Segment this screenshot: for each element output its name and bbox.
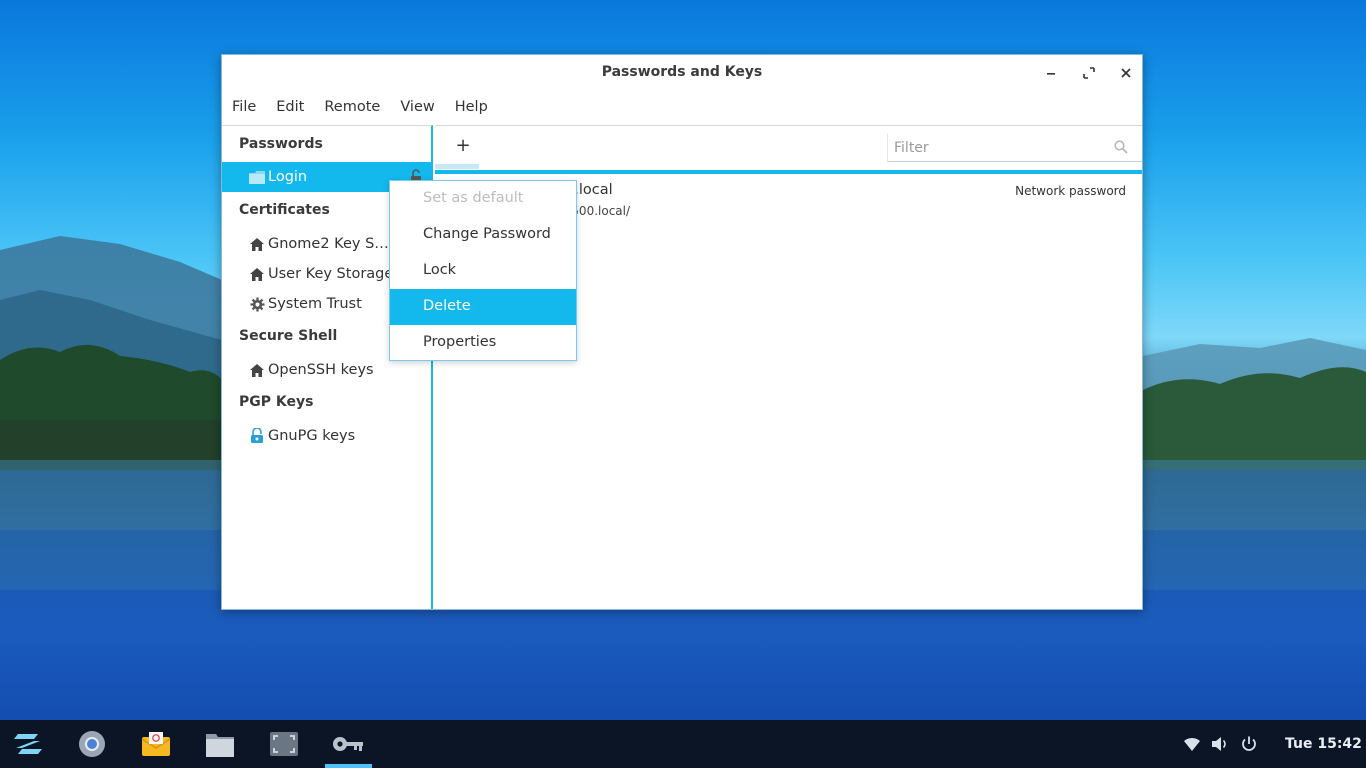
- sidebar-item-label: Gnome2 Key Storage: [268, 236, 392, 252]
- chromium-icon: [79, 731, 105, 757]
- folder-icon: [248, 169, 266, 185]
- menu-item-delete[interactable]: Delete: [390, 289, 576, 325]
- active-app-indicator: [325, 764, 372, 768]
- filter-input[interactable]: [894, 137, 1104, 159]
- section-header-pgp-keys: PGP Keys: [239, 394, 314, 410]
- add-button[interactable]: +: [445, 136, 481, 158]
- gear-icon: [248, 296, 266, 312]
- menu-edit[interactable]: Edit: [266, 91, 314, 125]
- menu-item-lock[interactable]: Lock: [390, 253, 576, 289]
- menu-remote[interactable]: Remote: [314, 91, 390, 125]
- clock[interactable]: Tue 15:42: [1285, 736, 1362, 752]
- menu-item-change-password[interactable]: Change Password: [390, 217, 576, 253]
- search-icon: [1114, 140, 1128, 154]
- mail-icon: [141, 732, 171, 756]
- sidebar-item-label: OpenSSH keys: [268, 362, 374, 378]
- keys-icon: [333, 737, 363, 751]
- section-header-certificates: Certificates: [239, 202, 330, 218]
- toolbar: +: [435, 126, 1142, 170]
- menu-help[interactable]: Help: [445, 91, 498, 125]
- home-icon: [248, 362, 266, 378]
- sidebar-item-label: System Trust: [268, 296, 362, 312]
- close-button[interactable]: [1115, 63, 1137, 83]
- taskbar-chromium[interactable]: [68, 720, 116, 768]
- minimize-button[interactable]: [1040, 63, 1062, 83]
- home-icon: [248, 236, 266, 252]
- menu-item-properties[interactable]: Properties: [390, 325, 576, 361]
- files-icon: [206, 734, 234, 757]
- filter-box: [887, 134, 1142, 162]
- maximize-icon: [1083, 67, 1095, 79]
- section-header-passwords: Passwords: [239, 136, 323, 152]
- maximize-button[interactable]: [1078, 63, 1100, 83]
- keyring-icon: [248, 428, 266, 444]
- taskbar-files[interactable]: [196, 720, 244, 768]
- menu-file[interactable]: File: [222, 91, 266, 125]
- start-menu-button[interactable]: [4, 720, 52, 768]
- context-menu: Set as default Change Password Lock Dele…: [389, 180, 577, 361]
- taskbar-screenshot[interactable]: [260, 720, 308, 768]
- menu-item-set-as-default: Set as default: [423, 190, 524, 206]
- menu-bar: File Edit Remote View Help: [222, 91, 1142, 125]
- passwords-and-keys-window: Passwords and Keys File Edit Remote View…: [221, 54, 1143, 610]
- sidebar-item-label: User Key Storage: [268, 266, 394, 282]
- taskbar: [0, 720, 1366, 768]
- power-icon[interactable]: [1240, 736, 1258, 752]
- volume-icon[interactable]: [1211, 736, 1229, 752]
- screenshot-icon: [270, 732, 298, 756]
- menu-view[interactable]: View: [390, 91, 444, 125]
- add-button-underline: [435, 164, 479, 169]
- home-icon: [248, 266, 266, 282]
- item-type: Network password: [1015, 184, 1126, 198]
- sidebar-item-gnupg-keys[interactable]: GnuPG keys: [222, 421, 431, 451]
- title-bar[interactable]: Passwords and Keys: [222, 55, 1142, 91]
- taskbar-passwords-and-keys[interactable]: [324, 720, 372, 768]
- close-icon: [1121, 68, 1131, 78]
- sidebar-item-label: GnuPG keys: [268, 428, 356, 444]
- taskbar-mail[interactable]: [132, 720, 180, 768]
- section-header-secure-shell: Secure Shell: [239, 328, 338, 344]
- wifi-icon[interactable]: [1183, 736, 1201, 752]
- sidebar-item-label: Login: [268, 169, 308, 185]
- zorin-menu-icon: [14, 734, 42, 754]
- window-title: Passwords and Keys: [601, 64, 763, 80]
- minimize-icon: [1047, 73, 1055, 75]
- toolbar-separator: [435, 170, 1142, 174]
